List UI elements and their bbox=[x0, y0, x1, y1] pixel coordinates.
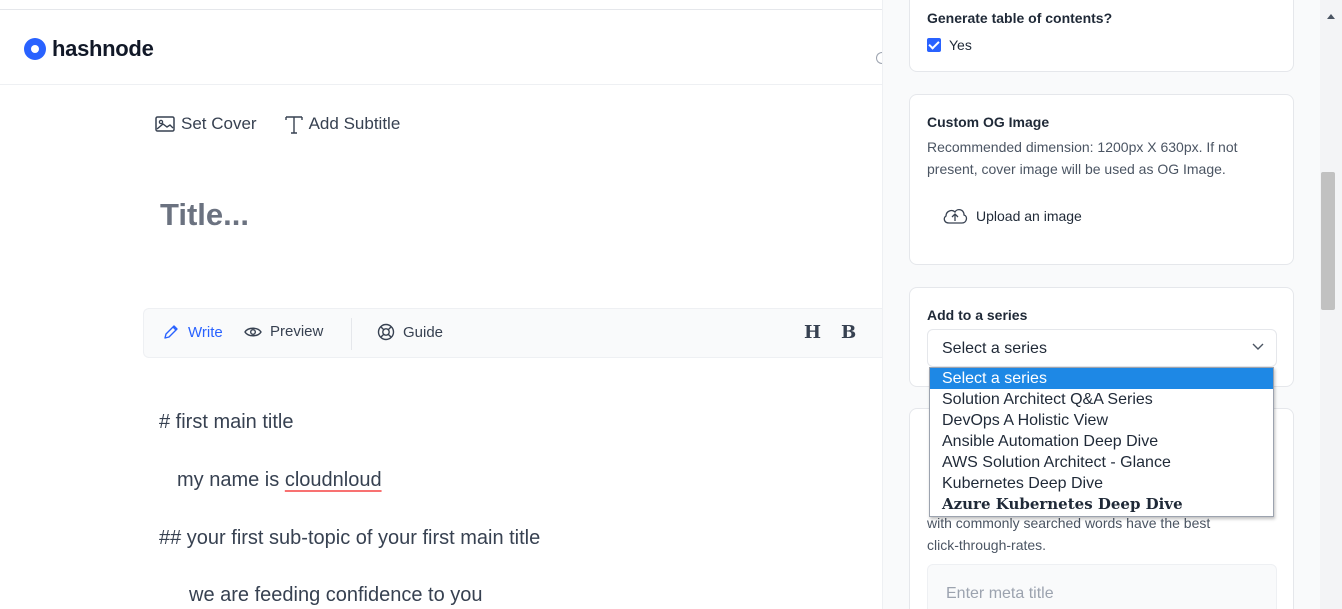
toc-checkbox-row[interactable]: Yes bbox=[927, 37, 972, 53]
hashnode-logo-icon bbox=[24, 38, 46, 60]
chevron-down-icon bbox=[1252, 343, 1264, 350]
meta-title-input[interactable]: Enter meta title bbox=[927, 564, 1277, 609]
upload-image-label: Upload an image bbox=[976, 208, 1082, 224]
series-option[interactable]: Select a series bbox=[930, 368, 1273, 389]
hashnode-logo[interactable]: hashnode bbox=[24, 36, 154, 62]
heading-button[interactable]: H bbox=[804, 322, 821, 343]
set-cover-label: Set Cover bbox=[181, 114, 257, 133]
series-option[interactable]: Azure Kubernetes Deep Dive bbox=[930, 494, 1273, 515]
series-option[interactable]: DevOps A Holistic View bbox=[930, 410, 1273, 431]
series-select[interactable]: Select a series bbox=[927, 329, 1277, 367]
panel-scrollbar[interactable] bbox=[1320, 0, 1342, 609]
toc-option-label: Yes bbox=[949, 37, 972, 53]
text-icon bbox=[284, 116, 303, 134]
image-icon bbox=[155, 116, 175, 132]
add-subtitle-label: Add Subtitle bbox=[308, 114, 401, 133]
seo-desc-line: click-through-rates. bbox=[927, 537, 1047, 553]
toc-title: Generate table of contents? bbox=[927, 10, 1113, 26]
add-subtitle-button[interactable]: Add Subtitle bbox=[284, 114, 401, 134]
tab-preview[interactable]: Preview bbox=[244, 323, 323, 340]
pencil-icon bbox=[164, 325, 178, 339]
toc-checkbox[interactable] bbox=[927, 38, 941, 52]
upload-image-button[interactable]: Upload an image bbox=[942, 207, 1082, 225]
editor-toolbar: Write Preview Guide H B bbox=[143, 308, 882, 358]
tab-preview-label: Preview bbox=[270, 323, 324, 340]
editor-header: hashnode bbox=[0, 10, 882, 85]
og-image-card: Custom OG Image Recommended dimension: 1… bbox=[909, 94, 1294, 265]
content-line[interactable]: my name is cloudnloud bbox=[177, 469, 382, 492]
series-title: Add to a series bbox=[927, 307, 1028, 323]
series-option[interactable]: Solution Architect Q&A Series bbox=[930, 389, 1273, 410]
toc-card: Generate table of contents? Yes bbox=[909, 0, 1294, 72]
tab-write-label: Write bbox=[188, 323, 223, 341]
scroll-up-arrow-icon[interactable] bbox=[1327, 14, 1335, 19]
series-dropdown-list[interactable]: Select a series Solution Architect Q&A S… bbox=[929, 367, 1274, 517]
cloud-upload-icon bbox=[943, 208, 968, 224]
seo-description: with commonly searched words have the be… bbox=[927, 512, 1287, 556]
cover-actions: Set Cover Add Subtitle bbox=[155, 114, 400, 134]
eye-icon bbox=[244, 327, 262, 336]
og-image-title: Custom OG Image bbox=[927, 114, 1050, 130]
tab-write[interactable]: Write bbox=[162, 323, 223, 341]
series-select-value: Select a series bbox=[942, 340, 1047, 357]
content-text: my name is bbox=[177, 469, 285, 491]
content-line[interactable]: # first main title bbox=[159, 411, 293, 434]
series-option[interactable]: Kubernetes Deep Dive bbox=[930, 473, 1273, 494]
lifebuoy-icon bbox=[377, 323, 395, 341]
bold-button[interactable]: B bbox=[841, 322, 856, 343]
content-line[interactable]: we are feeding confidence to you bbox=[189, 584, 483, 607]
content-line[interactable]: ## your first sub-topic of your first ma… bbox=[159, 527, 540, 550]
guide-button[interactable]: Guide bbox=[377, 323, 443, 341]
set-cover-button[interactable]: Set Cover bbox=[155, 114, 257, 134]
title-input[interactable]: Title... bbox=[160, 197, 249, 233]
misspelled-word[interactable]: cloudnloud bbox=[285, 469, 382, 491]
post-settings-panel: Generate table of contents? Yes Custom O… bbox=[882, 0, 1320, 609]
meta-title-placeholder: Enter meta title bbox=[946, 585, 1054, 602]
scrollbar-thumb[interactable] bbox=[1321, 172, 1335, 310]
series-option[interactable]: Ansible Automation Deep Dive bbox=[930, 431, 1273, 452]
series-option[interactable]: AWS Solution Architect - Glance bbox=[930, 452, 1273, 473]
brand-name: hashnode bbox=[52, 36, 154, 61]
guide-label: Guide bbox=[403, 323, 444, 341]
toolbar-divider bbox=[351, 318, 352, 350]
og-image-description: Recommended dimension: 1200px X 630px. I… bbox=[927, 139, 1238, 177]
